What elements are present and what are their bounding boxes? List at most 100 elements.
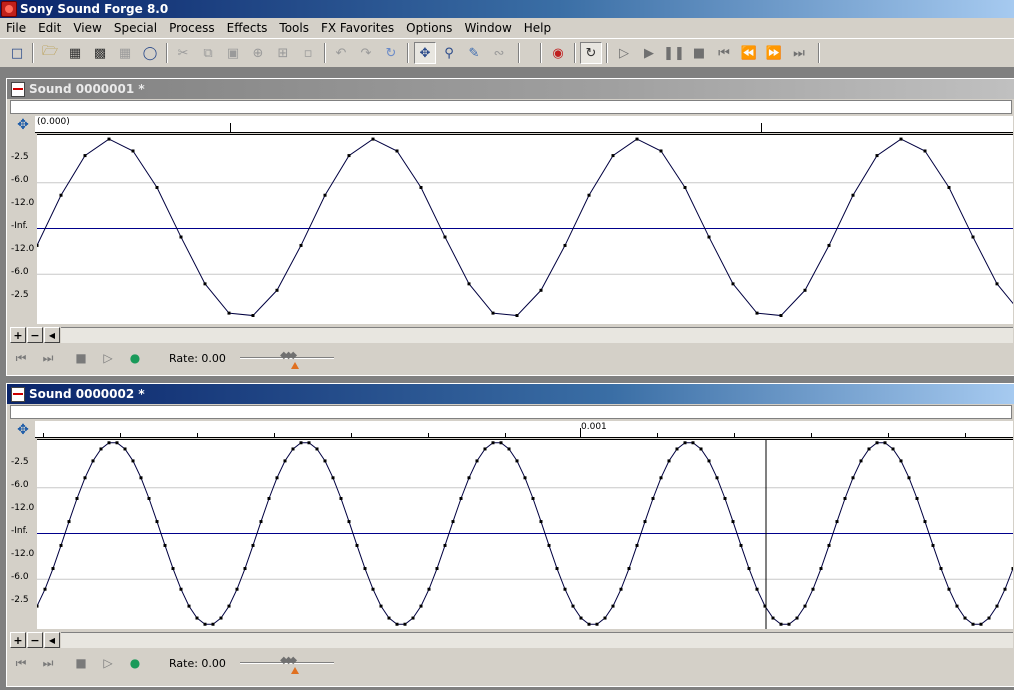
sample-point xyxy=(539,288,543,292)
record-icon[interactable]: ◉ xyxy=(547,42,569,64)
level-ruler-icon[interactable]: ✥ xyxy=(13,116,33,133)
menu-help[interactable]: Help xyxy=(518,18,557,38)
go-start-icon[interactable]: ⏮ xyxy=(10,347,32,369)
sample-point xyxy=(515,314,519,318)
sample-point xyxy=(899,459,903,463)
horizontal-scrollbar[interactable]: + − ◀ xyxy=(10,632,1013,648)
window-title: Sound 0000001 * xyxy=(29,82,145,96)
sample-point xyxy=(131,459,135,463)
play-icon[interactable]: ▶ xyxy=(638,42,660,64)
sample-point xyxy=(419,185,423,189)
sample-point xyxy=(587,193,591,197)
save-as-icon[interactable]: ▩ xyxy=(89,42,111,64)
menu-special[interactable]: Special xyxy=(108,18,163,38)
scroll-left-button[interactable]: ◀ xyxy=(44,632,60,648)
web-icon[interactable]: ◯ xyxy=(139,42,161,64)
play-all-icon[interactable]: ▷ xyxy=(613,42,635,64)
go-start-icon[interactable]: ⏮ xyxy=(713,42,735,64)
sample-point xyxy=(203,282,207,286)
menu-tools[interactable]: Tools xyxy=(273,18,315,38)
zoom-in-button[interactable]: + xyxy=(10,632,26,648)
paste-icon[interactable]: ▣ xyxy=(222,42,244,64)
go-end-icon[interactable]: ⏭ xyxy=(37,347,59,369)
waveform-area[interactable]: -2.5 -6.0 -12.0 -Inf. -12.0 -6.0 -2.5 xyxy=(7,134,1013,324)
stop-icon[interactable]: ■ xyxy=(688,42,710,64)
go-end-icon[interactable]: ⏭ xyxy=(37,652,59,674)
play-scrub-icon[interactable]: ● xyxy=(124,652,146,674)
new-icon[interactable]: □ xyxy=(6,42,28,64)
redo-icon[interactable]: ↷ xyxy=(355,42,377,64)
pencil-tool-icon[interactable]: ✎ xyxy=(463,42,485,64)
data-window-title-bar[interactable]: Sound 0000001 * xyxy=(7,79,1014,99)
go-start-icon[interactable]: ⏮ xyxy=(10,652,32,674)
play-scrub-icon[interactable]: ● xyxy=(124,347,146,369)
data-window-title-bar[interactable]: Sound 0000002 * xyxy=(7,384,1014,404)
menu-fx-favorites[interactable]: FX Favorites xyxy=(315,18,400,38)
workspace: Sound 0000001 * ✥ (0.000) -2.5 -6.0 -12.… xyxy=(0,69,1014,690)
time-ruler[interactable]: (0.000) xyxy=(35,116,1013,133)
repeat-icon[interactable]: ↻ xyxy=(380,42,402,64)
overview-bar[interactable] xyxy=(10,405,1012,419)
rewind-icon[interactable]: ⏪ xyxy=(738,42,760,64)
menu-options[interactable]: Options xyxy=(400,18,458,38)
waveform-display[interactable] xyxy=(37,134,1013,324)
horizontal-scrollbar[interactable]: + − ◀ xyxy=(10,327,1013,343)
save-all-icon[interactable]: ▦ xyxy=(114,42,136,64)
sample-point xyxy=(403,622,407,626)
pause-icon[interactable]: ❚❚ xyxy=(663,42,685,64)
loop-icon[interactable]: ↻ xyxy=(580,42,602,64)
sample-point xyxy=(227,311,231,315)
stop-icon[interactable]: ■ xyxy=(70,652,92,674)
undo-icon[interactable]: ↶ xyxy=(330,42,352,64)
menu-process[interactable]: Process xyxy=(163,18,221,38)
scroll-track[interactable] xyxy=(61,327,1013,343)
forward-icon[interactable]: ⏩ xyxy=(763,42,785,64)
go-end-icon[interactable]: ⏭ xyxy=(788,42,810,64)
stop-icon[interactable]: ■ xyxy=(70,347,92,369)
sample-point xyxy=(195,616,199,620)
play-normal-icon[interactable]: ▷ xyxy=(97,652,119,674)
paste-crossfade-icon[interactable]: ⊞ xyxy=(272,42,294,64)
sample-point xyxy=(691,441,695,445)
rate-slider-thumb[interactable]: ◆◆◆ xyxy=(280,350,297,361)
play-normal-icon[interactable]: ▷ xyxy=(97,347,119,369)
sample-point xyxy=(107,137,111,141)
menu-effects[interactable]: Effects xyxy=(221,18,274,38)
level-ruler-icon[interactable]: ✥ xyxy=(13,421,33,438)
cut-icon[interactable]: ✂ xyxy=(172,42,194,64)
paste-mix-icon[interactable]: ⊕ xyxy=(247,42,269,64)
menu-file[interactable]: File xyxy=(0,18,32,38)
overview-bar[interactable] xyxy=(10,100,1012,114)
zoom-in-button[interactable]: + xyxy=(10,327,26,343)
trim-icon[interactable]: ▫ xyxy=(297,42,319,64)
envelope-tool-icon[interactable]: ∾ xyxy=(488,42,510,64)
rate-label: Rate: 0.00 xyxy=(169,351,226,365)
edit-tool-icon[interactable]: ✥ xyxy=(414,42,436,64)
data-window-2[interactable]: Sound 0000002 * ✥ 0.001 -2.5 -6.0 -12.0 xyxy=(6,383,1014,687)
rate-label: Rate: 0.00 xyxy=(169,656,226,670)
menu-edit[interactable]: Edit xyxy=(32,18,67,38)
waveform-display[interactable] xyxy=(37,439,1013,629)
sample-point xyxy=(715,476,719,480)
waveform-area[interactable]: -2.5 -6.0 -12.0 -Inf. -12.0 -6.0 -2.5 xyxy=(7,439,1013,629)
copy-icon[interactable]: ⧉ xyxy=(197,42,219,64)
zoom-out-button[interactable]: − xyxy=(27,327,43,343)
sample-point xyxy=(499,441,503,445)
sample-point xyxy=(875,154,879,158)
open-icon[interactable]: 🗁 xyxy=(39,42,61,64)
save-icon[interactable]: ▦ xyxy=(64,42,86,64)
sample-point xyxy=(419,604,423,608)
sample-point xyxy=(459,496,463,500)
ruler-tick xyxy=(811,433,812,437)
sample-point xyxy=(203,622,207,626)
rate-slider-thumb[interactable]: ◆◆◆ xyxy=(280,655,297,666)
menu-view[interactable]: View xyxy=(67,18,107,38)
time-ruler[interactable]: 0.001 xyxy=(35,421,1013,438)
data-window-1[interactable]: Sound 0000001 * ✥ (0.000) -2.5 -6.0 -12.… xyxy=(6,78,1014,376)
sample-point xyxy=(347,520,351,524)
menu-window[interactable]: Window xyxy=(458,18,517,38)
zoom-out-button[interactable]: − xyxy=(27,632,43,648)
scroll-track[interactable] xyxy=(61,632,1013,648)
magnify-tool-icon[interactable]: ⚲ xyxy=(438,42,460,64)
scroll-left-button[interactable]: ◀ xyxy=(44,327,60,343)
